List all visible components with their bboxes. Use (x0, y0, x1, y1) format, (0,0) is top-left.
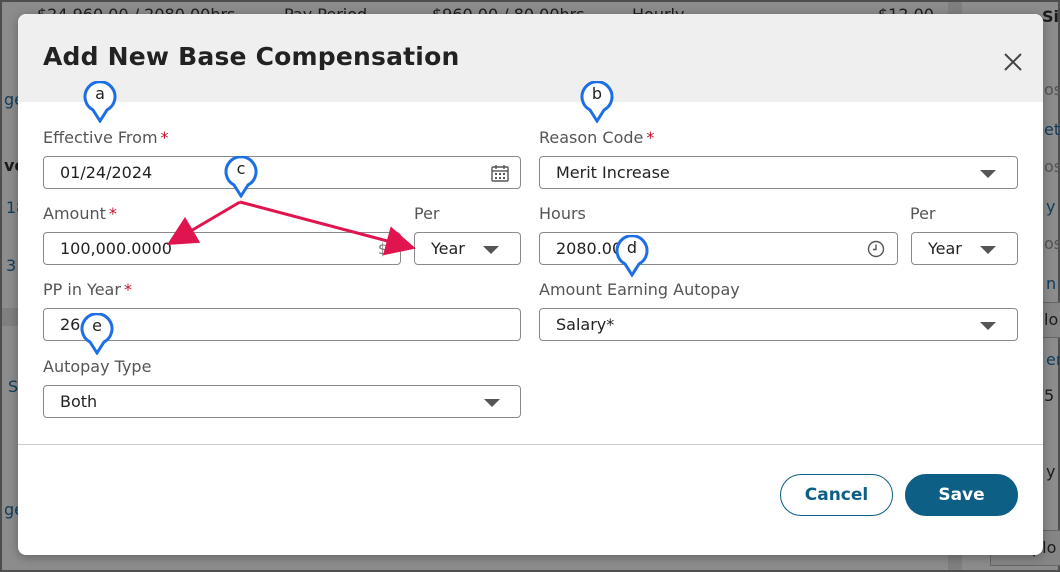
arrow-to-per (239, 200, 416, 256)
annotation-marker-a: a (83, 80, 117, 124)
annotation-marker-c: c (224, 155, 258, 199)
add-base-compensation-dialog: Add New Base Compensation Effective From… (18, 14, 1043, 555)
annotation-marker-b: b (580, 80, 614, 124)
annotation-letter: e (92, 316, 102, 335)
annotation-letter: a (95, 84, 105, 103)
annotation-letter: d (626, 238, 638, 257)
arrow-to-amount (166, 200, 241, 246)
annotation-marker-e: e (80, 312, 114, 356)
annotation-marker-d: d (615, 234, 649, 278)
annotation-arrows (166, 200, 416, 256)
annotation-letter: b (591, 84, 603, 103)
annotation-letter: c (236, 159, 246, 178)
